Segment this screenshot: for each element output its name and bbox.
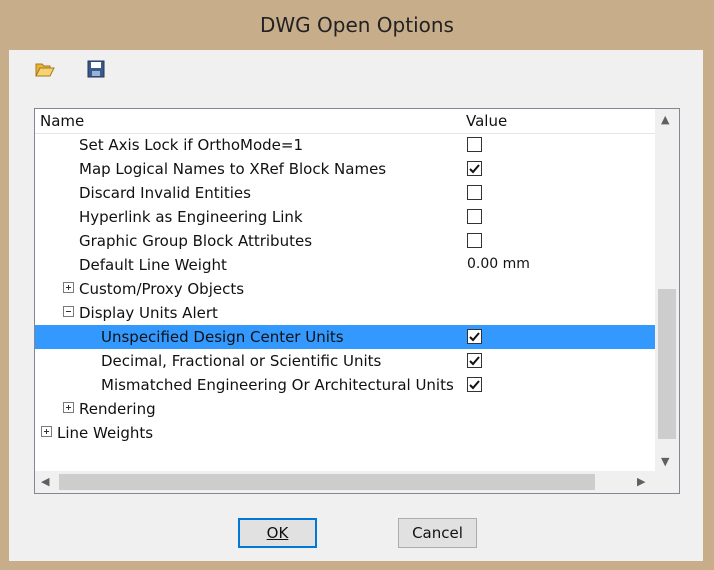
column-header-value[interactable]: Value [466,112,507,130]
expand-icon[interactable] [63,282,74,293]
open-button[interactable] [31,58,59,84]
group-row[interactable]: Custom/Proxy Objects [35,277,655,301]
save-button[interactable] [82,58,110,84]
property-row[interactable]: Decimal, Fractional or Scientific Units [35,349,655,373]
checkmark-icon [469,332,480,342]
value-checkbox[interactable] [467,233,482,248]
ok-button-label: OK [266,524,289,542]
collapse-icon[interactable] [63,306,74,317]
value-checkbox[interactable] [467,329,482,344]
horizontal-scrollbar[interactable]: ◀ ▶ [35,471,655,493]
property-grid[interactable]: Name Value Set Axis Lock if OrthoMode=1 M… [34,108,680,494]
expand-icon[interactable] [41,426,52,437]
row-label: Custom/Proxy Objects [79,280,245,298]
group-row[interactable]: Line Weights [35,421,655,445]
expand-icon[interactable] [63,402,74,413]
row-label: Hyperlink as Engineering Link [79,208,303,226]
scroll-down-arrow-icon[interactable]: ▼ [661,455,669,468]
property-row[interactable]: Default Line Weight 0.00 mm [35,253,655,277]
checkmark-icon [469,380,480,390]
column-header-name[interactable]: Name [40,112,84,130]
property-row[interactable]: Unspecified Design Center Units [35,325,655,349]
checkmark-icon [469,356,480,366]
dialog-client-area: Name Value Set Axis Lock if OrthoMode=1 M… [9,50,703,561]
value-checkbox[interactable] [467,353,482,368]
horizontal-scroll-thumb[interactable] [59,474,595,490]
row-label: Line Weights [57,424,154,442]
vertical-scroll-thumb[interactable] [658,289,676,439]
row-label: Rendering [79,400,156,418]
grid-header: Name Value [35,109,655,134]
property-row[interactable]: Set Axis Lock if OrthoMode=1 [35,133,655,157]
group-row[interactable]: Display Units Alert [35,301,655,325]
property-row[interactable]: Graphic Group Block Attributes [35,229,655,253]
dialog-window: DWG Open Options Name Value Set Axis Loc… [0,0,714,570]
row-label: Mismatched Engineering Or Architectural … [101,376,454,394]
ok-button[interactable]: OK [238,518,317,548]
checkmark-icon [469,164,480,174]
scroll-left-arrow-icon[interactable]: ◀ [41,475,49,488]
value-checkbox[interactable] [467,377,482,392]
cancel-button-label: Cancel [412,524,463,542]
scrollbar-corner [655,471,679,493]
row-label: Unspecified Design Center Units [101,328,344,346]
row-label: Graphic Group Block Attributes [79,232,313,250]
dialog-title: DWG Open Options [260,13,454,37]
group-row[interactable]: Rendering [35,397,655,421]
row-label: Map Logical Names to XRef Block Names [79,160,387,178]
cancel-button[interactable]: Cancel [398,518,477,548]
value-checkbox[interactable] [467,185,482,200]
value-checkbox[interactable] [467,137,482,152]
row-label: Set Axis Lock if OrthoMode=1 [79,136,303,154]
scroll-up-arrow-icon[interactable]: ▲ [661,113,669,126]
title-bar[interactable]: DWG Open Options [0,0,714,50]
vertical-scrollbar[interactable]: ▲ ▼ [655,109,679,471]
property-row[interactable]: Mismatched Engineering Or Architectural … [35,373,655,397]
property-row[interactable]: Hyperlink as Engineering Link [35,205,655,229]
row-label: Discard Invalid Entities [79,184,251,202]
value-checkbox[interactable] [467,161,482,176]
scroll-right-arrow-icon[interactable]: ▶ [637,475,645,488]
property-row[interactable]: Map Logical Names to XRef Block Names [35,157,655,181]
row-value[interactable]: 0.00 mm [467,256,530,272]
floppy-save-icon [87,60,105,82]
folder-open-icon [34,60,56,82]
row-label: Default Line Weight [79,256,227,274]
row-label: Display Units Alert [79,304,218,322]
value-checkbox[interactable] [467,209,482,224]
property-row[interactable]: Discard Invalid Entities [35,181,655,205]
row-label: Decimal, Fractional or Scientific Units [101,352,382,370]
